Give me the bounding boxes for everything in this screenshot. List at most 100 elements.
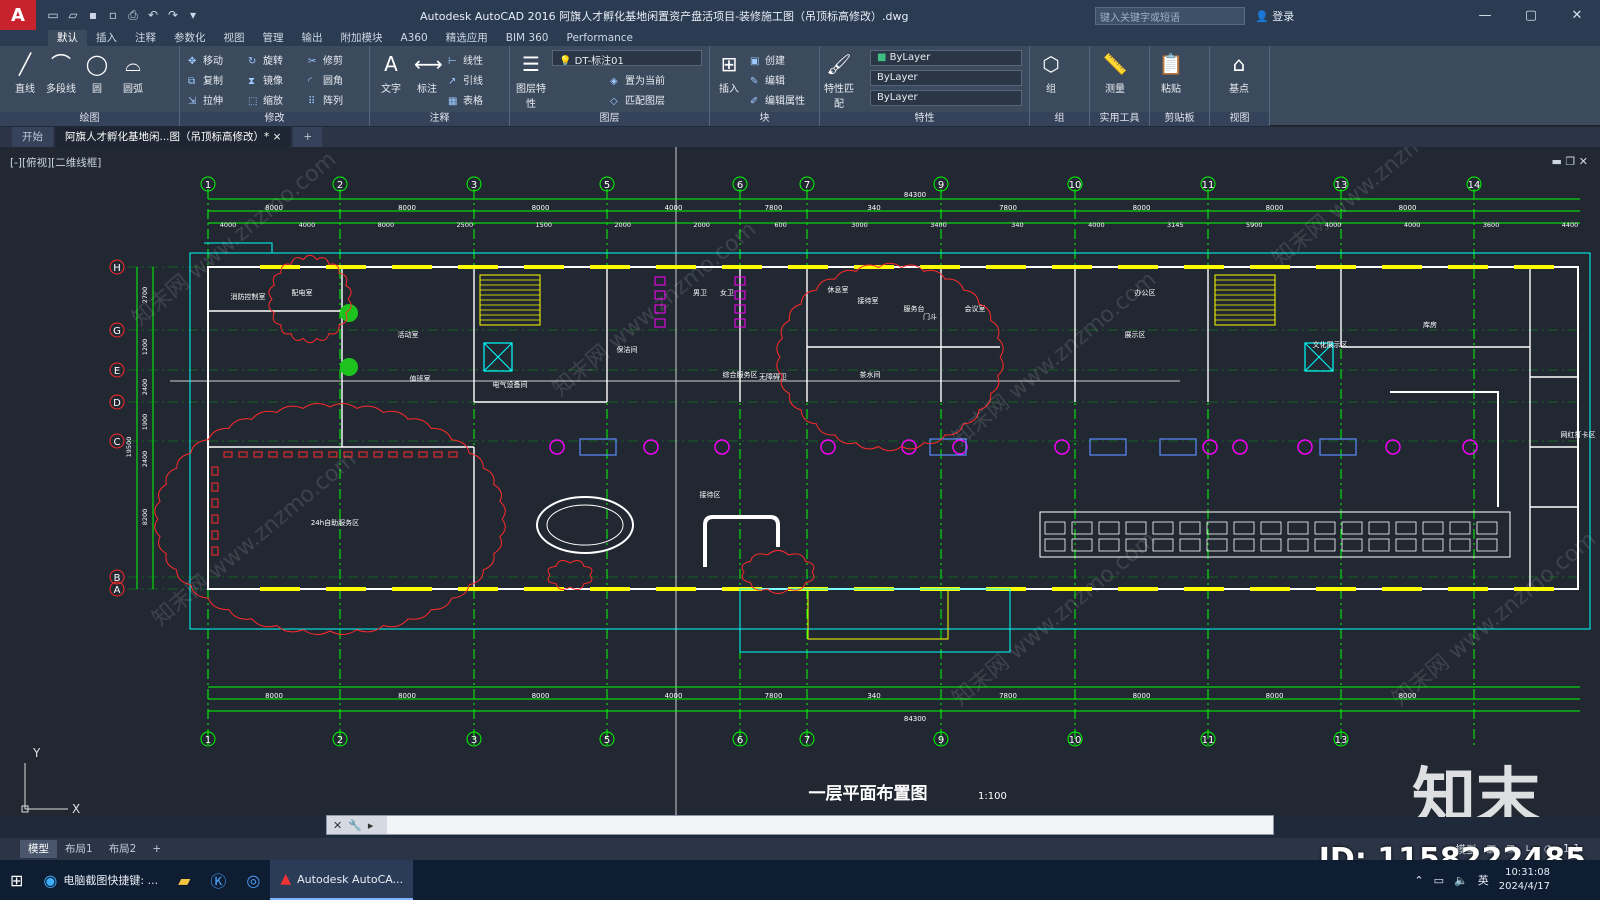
ribbon-tab-home[interactable]: 默认 xyxy=(48,30,87,46)
new-tab-button[interactable]: + xyxy=(293,127,323,147)
taskbar-edge[interactable]: ◉ 电脑截图快捷键: ... xyxy=(33,860,168,900)
block-group-label[interactable]: 块 xyxy=(710,112,819,126)
edit-block-button[interactable]: ✎ 编辑 xyxy=(750,72,785,87)
polyline-button[interactable]: ⌒ 多段线 xyxy=(44,50,78,95)
print-icon[interactable]: ⎙ xyxy=(126,8,140,22)
command-line[interactable]: ✕ 🔧 ▸ xyxy=(326,815,1274,835)
move-label: 移动 xyxy=(203,56,223,67)
stretch-button[interactable]: ⇲ 拉伸 xyxy=(188,92,223,107)
wrench-icon[interactable]: 🔧 xyxy=(348,819,362,832)
properties-group-label[interactable]: 特性 xyxy=(820,112,1029,126)
rotate-button[interactable]: ↻ 旋转 xyxy=(248,52,283,67)
add-layout-button[interactable]: + xyxy=(144,840,169,858)
clipboard-group-label[interactable]: 剪贴板 xyxy=(1150,112,1209,126)
trim-button[interactable]: ✂ 修剪 xyxy=(308,52,343,67)
line-button[interactable]: ╱ 直线 xyxy=(8,50,42,95)
start-tab[interactable]: 开始 xyxy=(12,127,53,147)
circle-button[interactable]: ◯ 圆 xyxy=(80,50,114,95)
save-as-icon[interactable]: ▫ xyxy=(106,8,120,22)
color-dropdown[interactable]: ■ ByLayer xyxy=(870,50,1022,66)
model-tab[interactable]: 模型 xyxy=(20,840,57,858)
viewport-minimize-icon[interactable]: ▬ xyxy=(1552,155,1562,168)
groups-group-label[interactable]: 组 xyxy=(1030,112,1089,126)
redo-icon[interactable]: ↷ xyxy=(166,8,180,22)
taskbar-app-k[interactable]: Ⓚ xyxy=(200,860,236,900)
base-point-button[interactable]: ⌂ 基点 xyxy=(1222,50,1256,95)
ribbon-tab-annotate[interactable]: 注释 xyxy=(126,30,165,46)
dimension-button[interactable]: ⟷ 标注 xyxy=(410,50,444,95)
close-cmd-icon[interactable]: ✕ xyxy=(333,819,342,832)
volume-icon[interactable]: 🔈 xyxy=(1454,874,1468,887)
viewport-label[interactable]: [-][俯视][二维线框] xyxy=(10,155,101,170)
start-button[interactable]: ⊞ xyxy=(0,860,33,900)
cmd-prompt-icon[interactable]: ▸ xyxy=(368,819,374,832)
leader-button[interactable]: ↗ 引线 xyxy=(448,72,483,87)
linear-button[interactable]: ⊢ 线性 xyxy=(448,52,483,67)
mirror-button[interactable]: ⧗ 镜像 xyxy=(248,72,283,87)
command-input[interactable] xyxy=(387,818,1273,832)
ribbon-tab-insert[interactable]: 插入 xyxy=(87,30,126,46)
app-menu-button[interactable]: A xyxy=(0,0,36,30)
open-file-icon[interactable]: ▱ xyxy=(66,8,80,22)
insert-block-button[interactable]: ⊞ 插入 xyxy=(712,50,746,95)
layout2-tab[interactable]: 布局2 xyxy=(101,840,145,858)
tray-arrow-icon[interactable]: ⌃ xyxy=(1414,874,1423,887)
create-block-button[interactable]: ▣ 创建 xyxy=(750,52,785,67)
ribbon-tab-addins[interactable]: 附加模块 xyxy=(332,30,392,46)
match-layer-button[interactable]: ◇ 匹配图层 xyxy=(610,92,665,107)
minimize-icon[interactable]: — xyxy=(1462,0,1508,30)
copy-button[interactable]: ⧉ 复制 xyxy=(188,72,223,87)
edit-attributes-button[interactable]: ✐ 编辑属性 xyxy=(750,92,805,107)
new-file-icon[interactable]: ▭ xyxy=(46,8,60,22)
save-icon[interactable]: ▪ xyxy=(86,8,100,22)
maximize-icon[interactable]: ▢ xyxy=(1508,0,1554,30)
taskbar-app-shield[interactable]: ◎ xyxy=(236,860,270,900)
ribbon-tab-manage[interactable]: 管理 xyxy=(254,30,293,46)
make-current-button[interactable]: ◈ 置为当前 xyxy=(610,72,665,87)
ribbon-tab-featured-apps[interactable]: 精选应用 xyxy=(437,30,497,46)
linetype-dropdown[interactable]: ByLayer xyxy=(870,70,1022,86)
measure-button[interactable]: 📏 测量 xyxy=(1098,50,1132,95)
network-icon[interactable]: ▭ xyxy=(1434,874,1444,887)
draw-group-label[interactable]: 绘图 xyxy=(0,112,179,126)
ribbon-tab-view[interactable]: 视图 xyxy=(215,30,254,46)
ribbon-tab-a360[interactable]: A360 xyxy=(392,30,437,46)
ribbon-tab-performance[interactable]: Performance xyxy=(557,30,642,46)
close-icon[interactable]: ✕ xyxy=(1554,0,1600,30)
paste-button[interactable]: 📋 粘贴 xyxy=(1154,50,1188,95)
table-button[interactable]: ▦ 表格 xyxy=(448,92,483,107)
lineweight-dropdown[interactable]: ByLayer xyxy=(870,90,1022,106)
qat-dropdown-icon[interactable]: ▾ xyxy=(186,8,200,22)
undo-icon[interactable]: ↶ xyxy=(146,8,160,22)
taskbar-autocad[interactable]: ▲ Autodesk AutoCA... xyxy=(270,860,414,900)
move-button[interactable]: ✥ 移动 xyxy=(188,52,223,67)
drawing-canvas[interactable]: 84300 84300 8000 8000 8000 8000 8000 8000 4000 40… xyxy=(0,147,1600,817)
text-button[interactable]: A 文字 xyxy=(374,50,408,95)
clock[interactable]: 10:31:08 2024/4/17 xyxy=(1499,866,1550,894)
layers-group-label[interactable]: 图层 xyxy=(510,112,709,126)
arc-button[interactable]: ⌓ 圆弧 xyxy=(116,50,150,95)
match-properties-button[interactable]: 🖌 特性匹配 xyxy=(822,50,856,110)
array-button[interactable]: ⠿ 阵列 xyxy=(308,92,343,107)
layer-properties-button[interactable]: ☰ 图层特性 xyxy=(514,50,548,110)
login-button[interactable]: 👤 登录 xyxy=(1255,8,1294,24)
close-tab-icon[interactable]: × xyxy=(273,131,282,143)
annotation-group-label[interactable]: 注释 xyxy=(370,112,509,126)
layout1-tab[interactable]: 布局1 xyxy=(57,840,101,858)
viewport-restore-icon[interactable]: ❐ xyxy=(1565,155,1575,168)
ribbon-tab-bim360[interactable]: BIM 360 xyxy=(497,30,558,46)
ribbon-tab-parametric[interactable]: 参数化 xyxy=(165,30,215,46)
fillet-button[interactable]: ◜ 圆角 xyxy=(308,72,343,87)
search-input[interactable]: 键入关键字或短语 xyxy=(1095,7,1245,25)
scale-button[interactable]: ⬚ 缩放 xyxy=(248,92,283,107)
view-group-label[interactable]: 视图 xyxy=(1210,112,1269,126)
viewport-close-icon[interactable]: ✕ xyxy=(1579,155,1588,168)
ribbon-tab-output[interactable]: 输出 xyxy=(293,30,332,46)
drawing-tab[interactable]: 阿旗人才孵化基地闲...图（吊顶标高修改）* × xyxy=(55,127,292,147)
utilities-group-label[interactable]: 实用工具 xyxy=(1090,112,1149,126)
modify-group-label[interactable]: 修改 xyxy=(180,112,369,126)
layer-dropdown[interactable]: 💡 DT-标注01 xyxy=(552,50,702,66)
ime-indicator[interactable]: 英 xyxy=(1478,872,1489,888)
taskbar-explorer[interactable]: ▰ xyxy=(168,860,200,900)
group-button[interactable]: ⬡ 组 xyxy=(1034,50,1068,95)
